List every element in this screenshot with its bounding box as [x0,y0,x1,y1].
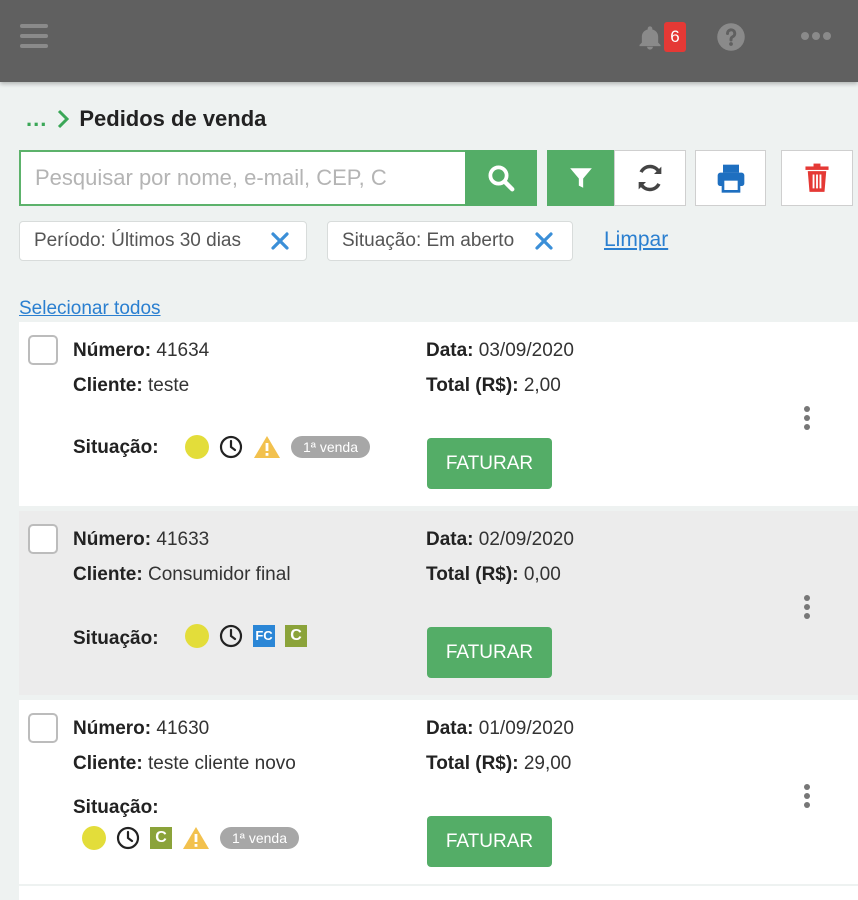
more-options-icon[interactable] [800,30,832,42]
filter-chip-label: Situação: Em aberto [342,230,515,251]
order-number: Número: 41630 [73,718,210,739]
notification-count-badge: 6 [664,22,686,52]
top-bar: 6 [0,0,858,82]
yellow-status-dot [185,435,209,459]
status-icons: 1ª venda [185,435,371,459]
breadcrumb: ... Pedidos de venda [26,104,266,134]
invoice-button[interactable]: FATURAR [427,627,552,678]
filter-chip-period: Período: Últimos 30 dias [19,221,307,261]
order-card: Número: 41634 Cliente: teste Situação: 1… [19,322,858,506]
first-sale-badge: 1ª venda [220,827,300,849]
order-total: Total (R$): 0,00 [426,564,561,585]
order-checkbox[interactable] [28,335,58,365]
kebab-menu-icon[interactable] [802,595,812,621]
search-icon [488,165,515,192]
status-icons: FC C [185,624,317,648]
bell-icon[interactable] [636,24,664,52]
yellow-status-dot [82,826,106,850]
select-all-link[interactable]: Selecionar todos [19,298,161,320]
filter-chip-label: Período: Últimos 30 dias [34,230,241,251]
status-icons: C 1ª venda [82,826,300,850]
c-square-icon: C [285,625,307,647]
print-icon [717,164,744,193]
c-square-icon: C [150,827,172,849]
kebab-menu-icon[interactable] [802,784,812,810]
order-status-label: Situação: [73,797,159,818]
yellow-status-dot [185,624,209,648]
order-total: Total (R$): 2,00 [426,375,561,396]
close-icon[interactable] [271,232,289,250]
order-card [19,886,858,900]
order-client: Cliente: teste [73,375,190,396]
order-client: Cliente: Consumidor final [73,564,291,585]
order-card: Número: 41633 Cliente: Consumidor final … [19,511,858,695]
invoice-button[interactable]: FATURAR [427,438,552,489]
chevron-right-icon [58,109,70,129]
order-total: Total (R$): 29,00 [426,753,572,774]
warning-icon [254,436,280,458]
order-number: Número: 41633 [73,529,210,550]
order-number: Número: 41634 [73,340,210,361]
first-sale-badge: 1ª venda [291,436,371,458]
close-icon[interactable] [535,232,553,250]
refresh-icon [638,164,662,192]
order-client: Cliente: teste cliente novo [73,753,296,774]
clock-icon [116,826,140,850]
invoice-button[interactable]: FATURAR [427,816,552,867]
order-checkbox[interactable] [28,713,58,743]
kebab-menu-icon[interactable] [802,406,812,432]
help-icon[interactable] [716,22,746,52]
print-button[interactable] [695,150,766,206]
order-status-label: Situação: [73,628,159,649]
clock-icon [219,435,243,459]
warning-icon [183,827,209,849]
order-date: Data: 01/09/2020 [426,718,574,739]
breadcrumb-ellipsis-link[interactable]: ... [26,106,47,132]
trash-icon [805,163,829,192]
filter-button[interactable] [547,150,614,206]
fc-square-icon: FC [253,625,275,647]
order-status-label: Situação: [73,437,159,458]
order-card: Número: 41630 Cliente: teste cliente nov… [19,700,858,884]
filter-icon [569,168,592,188]
clock-icon [219,624,243,648]
order-date: Data: 02/09/2020 [426,529,574,550]
refresh-button[interactable] [614,150,686,206]
filter-chip-status: Situação: Em aberto [327,221,573,261]
hamburger-menu-icon[interactable] [20,24,48,48]
order-date: Data: 03/09/2020 [426,340,574,361]
search-input[interactable]: Pesquisar por nome, e-mail, CEP, C [19,150,466,206]
delete-button[interactable] [781,150,853,206]
order-checkbox[interactable] [28,524,58,554]
clear-filters-link[interactable]: Limpar [604,228,668,252]
search-button[interactable] [465,150,537,206]
page-title: Pedidos de venda [79,106,267,131]
